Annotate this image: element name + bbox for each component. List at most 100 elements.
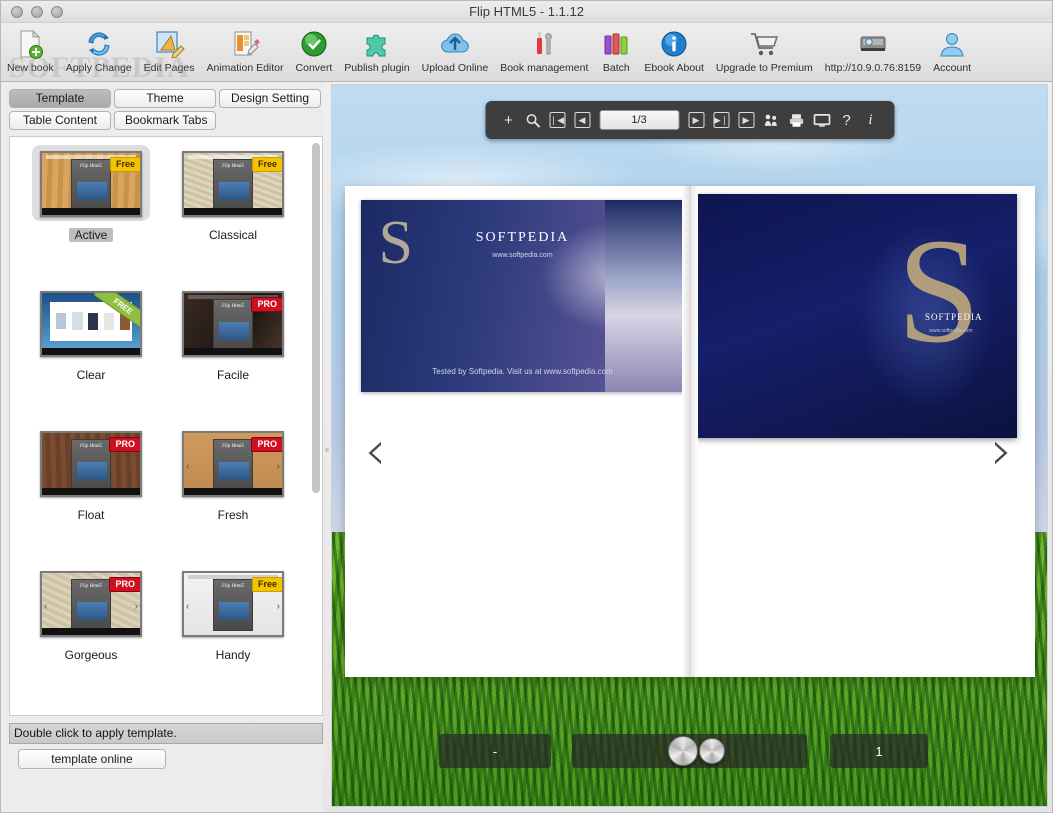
template-name: Classical	[208, 228, 257, 242]
toolbar-label: Batch	[602, 62, 630, 74]
search-icon[interactable]	[525, 113, 540, 128]
badge-pro: PRO	[109, 437, 140, 452]
template-name: Handy	[215, 648, 251, 662]
thumb-next-arrow-icon: ›	[134, 601, 138, 612]
badge-pro: PRO	[251, 297, 282, 312]
softpedia-url: www.softpedia.com	[929, 328, 973, 334]
slideshow-icon[interactable]: ▶	[738, 112, 754, 128]
title-bar: Flip HTML5 - 1.1.12	[1, 1, 1052, 23]
thumb-screen: Flip Html5	[71, 579, 111, 631]
template-item-facile[interactable]: Flip Html5 PRO Facile	[162, 285, 304, 425]
slider-knob-small[interactable]	[699, 738, 725, 764]
thumb-next-arrow-icon: ›	[276, 461, 280, 472]
template-name: Facile	[216, 368, 249, 382]
toolbar-button-apply-change[interactable]: Apply Change	[60, 26, 138, 74]
splitter-handle[interactable]	[325, 447, 329, 452]
toolbar-label: Edit Pages	[143, 62, 195, 74]
slider-knob-large[interactable]	[668, 736, 698, 766]
thumb-product-4	[104, 313, 114, 330]
next-page-arrow[interactable]: ›	[991, 424, 1013, 478]
thumb-wrap: FREE	[32, 285, 150, 361]
next-page-icon[interactable]: ▶	[688, 112, 704, 128]
template-name: Float	[77, 508, 105, 522]
template-list-scrollbar[interactable]	[312, 143, 320, 493]
toolbar-label: Convert	[295, 62, 333, 74]
book-page-right[interactable]: S SOFTPEDIA www.softpedia.com	[689, 186, 1035, 677]
toolbar-button-upgrade-premium[interactable]: Upgrade to Premium	[710, 26, 819, 74]
tab-bookmark-tabs[interactable]: Bookmark Tabs	[114, 111, 216, 130]
toolbar-button-publish-plugin[interactable]: Publish plugin	[338, 26, 415, 74]
info-icon[interactable]: i	[863, 112, 878, 128]
toolbar-label: New book	[7, 62, 54, 74]
tabs-row-secondary: Table Content Bookmark Tabs	[9, 111, 323, 130]
monitor-icon[interactable]	[813, 113, 830, 128]
app-window: Flip HTML5 - 1.1.12 SOFTPEDIA New book A…	[0, 0, 1053, 813]
thumb-screen: Flip Html5	[213, 299, 253, 351]
toolbar-button-upload-online[interactable]: Upload Online	[416, 26, 495, 74]
tab-table-content[interactable]: Table Content	[9, 111, 111, 130]
template-item-fresh[interactable]: Flip Html5 ‹ › PRO Fresh	[162, 425, 304, 565]
toolbar-label: Apply Change	[65, 62, 132, 74]
template-thumbnail: FREE	[40, 291, 142, 357]
tab-template[interactable]: Template	[9, 89, 111, 108]
toolbar-button-new-book[interactable]: New book	[1, 26, 60, 74]
thumb-wrap: Flip Html5 ‹ › Free	[174, 565, 292, 641]
tab-design-setting[interactable]: Design Setting	[219, 89, 321, 108]
toolbar-button-convert[interactable]: Convert	[290, 26, 339, 74]
template-list-panel[interactable]: Flip Html5 Free Active Flip Html5 Free C…	[9, 136, 323, 716]
first-page-icon[interactable]: ❘◀	[549, 112, 565, 128]
thumb-botbar	[42, 628, 140, 635]
toolbar-button-book-management[interactable]: Book management	[494, 26, 594, 74]
page-indicator-bar[interactable]: 1	[830, 734, 928, 768]
thumb-botbar	[42, 488, 140, 495]
template-item-float[interactable]: Flip Html5 PRO Float	[20, 425, 162, 565]
toolbar-button-batch[interactable]: Batch	[594, 26, 638, 74]
badge-free: Free	[109, 157, 140, 172]
scrollbar-thumb[interactable]	[312, 143, 320, 493]
book-page-left[interactable]: S SOFTPEDIA www.softpedia.com Tested by …	[344, 186, 690, 677]
template-thumbnail: Flip Html5 Free	[182, 151, 284, 217]
toolbar-button-account[interactable]: Account	[927, 26, 977, 74]
template-item-clear[interactable]: FREE Clear	[20, 285, 162, 425]
template-name: Active	[68, 228, 114, 242]
badge-free: Free	[251, 577, 282, 592]
last-page-icon[interactable]: ▶❘	[713, 112, 729, 128]
page-number-field[interactable]: 1/3	[599, 110, 679, 130]
thumb-caption: Flip Html5	[221, 164, 245, 169]
thumb-botbar	[42, 208, 140, 215]
add-icon[interactable]: +	[501, 113, 516, 128]
template-thumbnail: Flip Html5 PRO	[182, 291, 284, 357]
thumb-caption: Flip Html5	[221, 444, 245, 449]
template-item-handy[interactable]: Flip Html5 ‹ › Free Handy	[162, 565, 304, 705]
main-toolbar: SOFTPEDIA New book Apply Change Edit Pag…	[1, 23, 1052, 84]
server-icon	[857, 26, 889, 62]
page-image-left: S SOFTPEDIA www.softpedia.com Tested by …	[360, 200, 685, 392]
portrait-image	[604, 200, 685, 392]
toolbar-label: Publish plugin	[344, 62, 410, 74]
print-icon[interactable]	[788, 113, 804, 128]
panel-splitter[interactable]	[323, 82, 331, 812]
prev-page-icon[interactable]: ◀	[574, 112, 590, 128]
thumb-screen: Flip Html5	[71, 439, 111, 491]
toolbar-button-server-url[interactable]: http://10.9.0.76:8159	[819, 26, 927, 74]
template-item-classical[interactable]: Flip Html5 Free Classical	[162, 145, 304, 285]
toolbar-button-ebook-about[interactable]: Ebook About	[638, 26, 710, 74]
thumb-botbar	[184, 208, 282, 215]
thumb-botbar	[184, 348, 282, 355]
zoom-out-bar[interactable]: -	[439, 734, 551, 768]
template-thumbnail: Flip Html5 Free	[40, 151, 142, 217]
toolbar-button-edit-pages[interactable]: Edit Pages	[138, 26, 201, 74]
template-item-active[interactable]: Flip Html5 Free Active	[20, 145, 162, 285]
thumb-caption: Flip Html5	[79, 444, 103, 449]
thumb-botbar	[42, 348, 140, 355]
prev-page-arrow[interactable]: ‹	[365, 424, 387, 478]
template-item-gorgeous[interactable]: Flip Html5 ‹ › PRO Gorgeous	[20, 565, 162, 705]
thumb-product-1	[56, 313, 66, 329]
template-online-button[interactable]: template online	[18, 749, 166, 769]
tab-theme[interactable]: Theme	[114, 89, 216, 108]
batch-icon	[600, 26, 632, 62]
help-icon[interactable]: ?	[839, 113, 854, 128]
toolbar-button-animation-editor[interactable]: Animation Editor	[200, 26, 289, 74]
thumb-wrap: Flip Html5 ‹ › PRO	[32, 565, 150, 641]
share-icon[interactable]	[763, 113, 779, 128]
